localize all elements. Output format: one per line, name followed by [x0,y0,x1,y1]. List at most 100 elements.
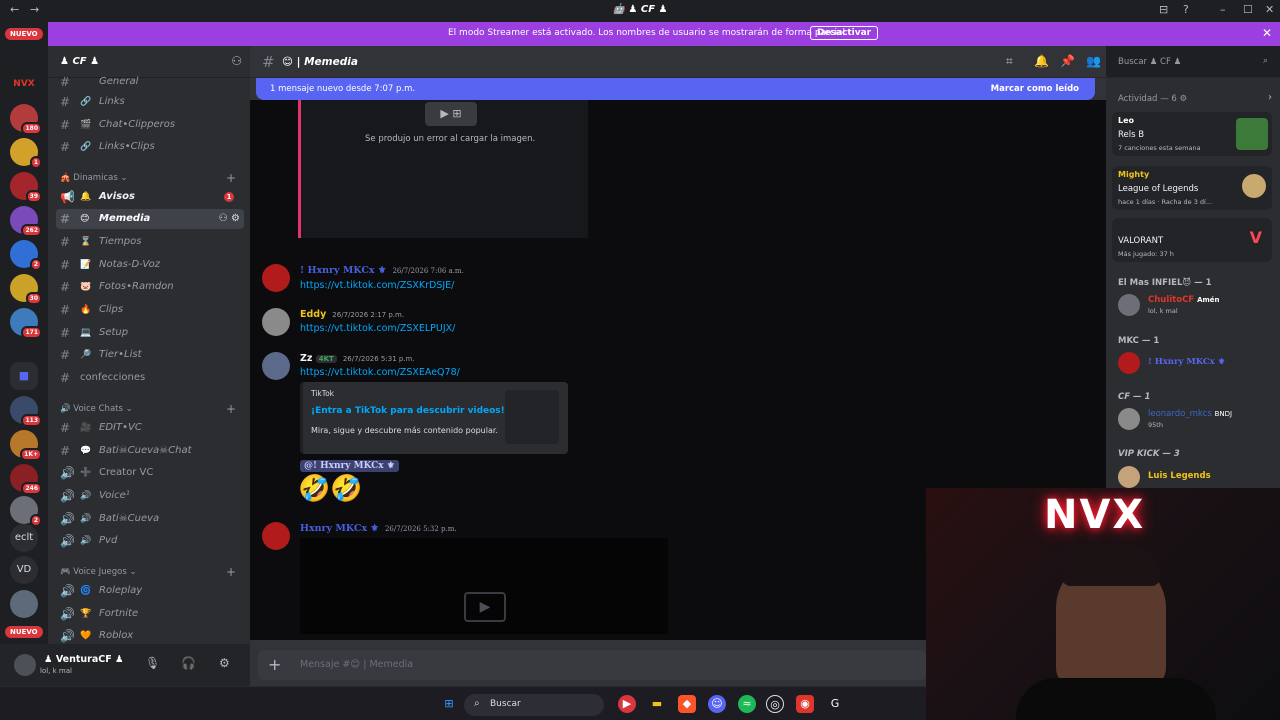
avatar[interactable] [262,352,290,380]
server-icon[interactable]: 262 [10,206,42,237]
channel-links[interactable]: # 🔗 Links [56,92,244,112]
channel-chat-clipperos[interactable]: # 🎬 Chat•Clipperos [56,115,244,135]
channel-confecciones[interactable]: # confecciones [56,368,244,388]
new-messages-bar[interactable]: 1 mensaje nuevo desde 7:07 p.m. Marcar c… [256,78,1095,100]
channel-fotos-ramdon[interactable]: # 🐷 Fotos•Ramdon [56,277,244,297]
video-embed[interactable]: ▶ [300,538,668,634]
server-icon[interactable]: 171 [10,308,42,339]
channel-tiempos[interactable]: # ⌛ Tiempos [56,232,244,252]
logitech-icon[interactable]: G [826,695,844,713]
server-icon[interactable] [10,590,38,618]
pin-icon[interactable]: 📌 [1060,54,1075,68]
member-item[interactable]: ChulitoCF Amén lol, k mal [1118,292,1274,318]
server-icon[interactable]: 2 [10,240,42,271]
category-voice-juegos[interactable]: 🎮 Voice Juegos ⌄ + [60,565,246,579]
microphone-icon[interactable]: 🎙 [145,656,160,670]
server-icon-vd[interactable]: VD [10,556,38,584]
avatar[interactable] [262,522,290,550]
gear-icon[interactable]: ⚙ [219,656,230,670]
help-icon[interactable]: ? [1183,3,1189,16]
maximize-button[interactable]: ☐ [1243,3,1253,16]
channel-roleplay[interactable]: 🔊 🌀 Roleplay [56,581,244,601]
message-input[interactable]: Mensaje #😊 | Memedia [300,659,413,670]
windows-start-icon[interactable]: ⊞ [440,695,458,713]
category-dinamicas[interactable]: 🎪 Dinamicas ⌄ + [60,171,246,185]
channel-creator-vc[interactable]: 🔊 ➕ Creator VC [56,463,244,483]
add-channel-icon[interactable]: + [226,565,236,579]
server-icon[interactable]: 246 [10,464,42,495]
search-input[interactable]: Buscar ♟ CF ♟ ⌕ [1112,52,1274,72]
message-composer[interactable]: + Mensaje #😊 | Memedia [258,650,926,680]
activity-card[interactable]: Mighty League of Legends hace 1 días · R… [1112,166,1272,210]
activity-card[interactable]: Leo Rels B 7 canciones esta semana [1112,112,1272,156]
add-attachment-icon[interactable]: + [268,655,281,674]
message-link[interactable]: https://vt.tiktok.com/ZSXELPUJX/ [300,323,455,334]
channel-bati-cueva[interactable]: 🔊 🔊 Bati☠Cueva [56,509,244,529]
add-member-icon[interactable]: ⚇ [231,54,242,68]
channel-roblox[interactable]: 🔊 🧡 Roblox [56,626,244,646]
message-link[interactable]: https://vt.tiktok.com/ZSXKrDSJE/ [300,280,454,291]
server-avatar [10,590,38,618]
message-link[interactable]: https://vt.tiktok.com/ZSXEAeQ78/ [300,367,460,378]
member-item[interactable]: ! Hxnry MKCx ⚜ [1118,350,1274,376]
channel-tier-list[interactable]: # 🔎 Tier•List [56,345,244,365]
server-icon[interactable]: 39 [10,172,42,203]
server-icon[interactable]: 1K+ [10,430,42,461]
member-item[interactable]: Luis Legends [1118,464,1274,488]
message-author[interactable]: Zz 4KT 26/7/2026 5:31 p.m. [300,353,415,364]
channel-memedia[interactable]: # 😊 Memedia ⚇ ⚙ [56,209,244,229]
server-folder[interactable]: ■ [10,362,38,390]
taskbar-search[interactable]: ⌕ Buscar [464,694,604,716]
channel-notas-d-voz[interactable]: # 📝 Notas-D-Voz [56,255,244,275]
server-icon-nvx[interactable]: NVX [10,70,38,98]
chevron-right-icon[interactable]: › [1268,92,1272,103]
embed-title[interactable]: ¡Entra a TikTok para descubrir videos! [311,406,505,416]
server-icon[interactable]: 180 [10,104,42,135]
message-author[interactable]: ! Hxnry MKCx ⚜ 26/7/2026 7:06 a.m. [300,265,464,276]
channel-bati-cueva-chat[interactable]: # 💬 Bati☠Cueva☠Chat [56,441,244,461]
obs-icon[interactable]: ◎ [766,695,784,713]
bell-icon[interactable]: 🔔 [1034,54,1049,68]
add-channel-icon[interactable]: + [226,171,236,185]
server-icon[interactable]: 30 [10,274,42,305]
brave-browser-icon[interactable]: ◆ [678,695,696,713]
headphones-icon[interactable]: 🎧 [181,656,196,670]
add-channel-icon[interactable]: + [226,402,236,416]
server-icon-eclt[interactable]: eclt [10,524,38,552]
channel-edit-vc[interactable]: # 🎥 EDIT•VC [56,418,244,438]
channel-avisos[interactable]: 📢 🔔 Avisos 1 [56,187,244,207]
minimize-button[interactable]: – [1220,3,1226,16]
banner-close-icon[interactable]: ✕ [1262,26,1272,40]
channel-settings-icon[interactable]: ⚇ ⚙ [219,209,240,229]
member-item[interactable]: leonardo_mkcs BNDJ 95th [1118,406,1274,432]
youtube-icon[interactable]: ▶ [618,695,636,713]
channel-pvd[interactable]: 🔊 🔊 Pvd [56,531,244,551]
channel-clips[interactable]: # 🔥 Clips [56,300,244,320]
folder-icon[interactable]: ▬ [648,695,666,713]
server-icon[interactable]: 1 [10,138,42,169]
mark-read-button[interactable]: Marcar como leído [991,84,1079,94]
inbox-icon[interactable]: ⊟ [1159,3,1168,16]
channel-voice[interactable]: 🔊 🔊 Voice¹ [56,486,244,506]
discord-icon[interactable]: ☺ [708,695,726,713]
members-icon[interactable]: 👥 [1086,54,1101,68]
server-icon[interactable]: 2 [10,496,42,527]
message-author[interactable]: Hxnry MKCx ⚜ 26/7/2026 5:32 p.m. [300,523,457,534]
close-window-button[interactable]: ✕ [1265,3,1274,16]
message-author[interactable]: Eddy 26/7/2026 2:17 p.m. [300,309,404,320]
user-mention[interactable]: @! Hxnry MKCx ⚜ [300,460,399,472]
recorder-icon[interactable]: ◉ [796,695,814,713]
server-icon[interactable]: 113 [10,396,42,427]
spotify-icon[interactable]: ≈ [738,695,756,713]
threads-icon[interactable]: ⌗ [1006,54,1013,69]
activity-card[interactable]: VALORANT Más jugado: 37 h V [1112,218,1272,262]
avatar[interactable] [262,308,290,336]
avatar[interactable] [14,654,36,676]
category-voice-chats[interactable]: 🔊 Voice Chats ⌄ + [60,402,246,416]
channel-general[interactable]: # General [56,72,244,92]
channel-links-clips[interactable]: # 🔗 Links•Clips [56,137,244,157]
channel-setup[interactable]: # 💻 Setup [56,323,244,343]
deactivate-button[interactable]: Desactivar [810,26,879,40]
avatar[interactable] [262,264,290,292]
channel-fortnite[interactable]: 🔊 🏆 Fortnite [56,604,244,624]
